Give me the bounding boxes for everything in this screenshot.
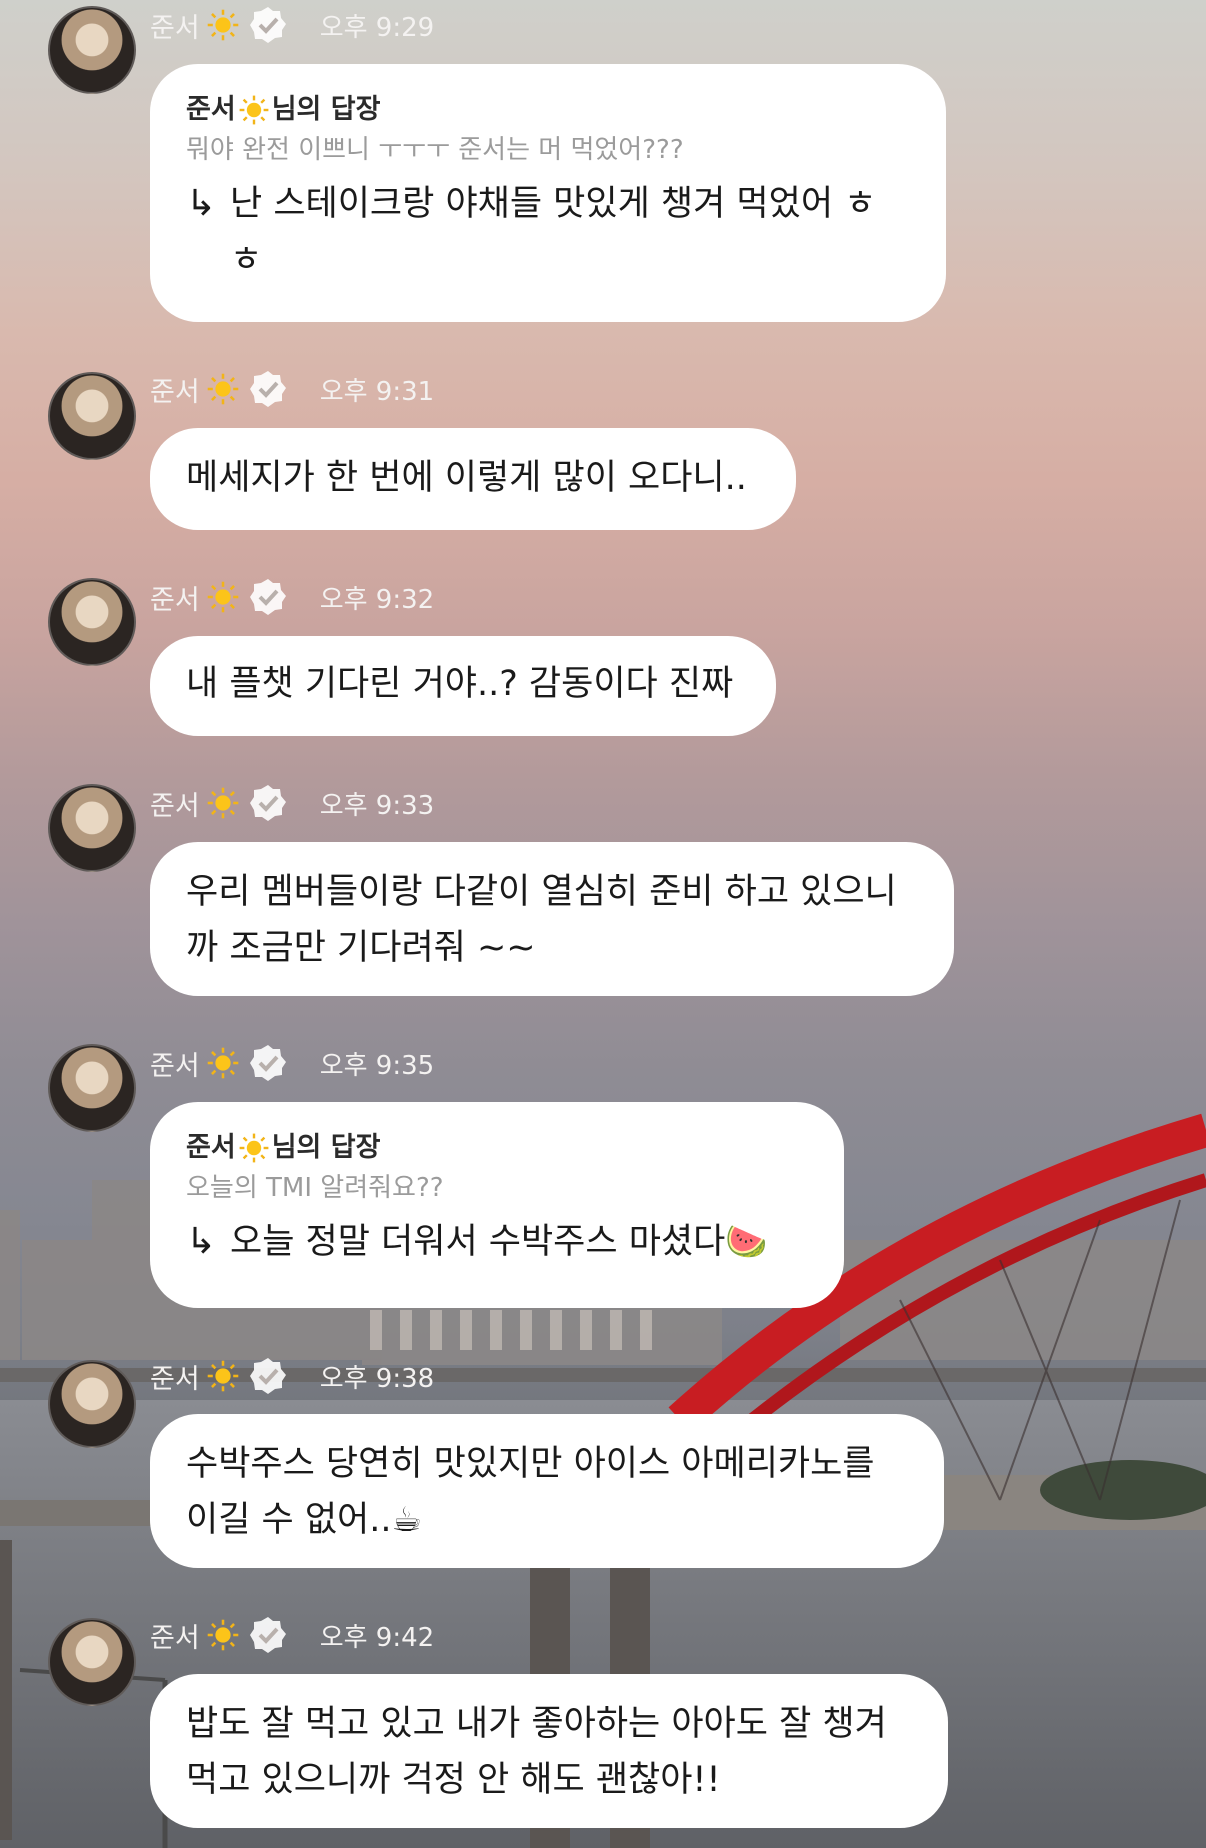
- avatar[interactable]: [48, 784, 136, 872]
- verified-badge-icon: [249, 579, 286, 615]
- reply-question: 뭐야 완전 이쁘니 ㅜㅜㅜ 준서는 머 먹었어???: [186, 135, 684, 165]
- verified-badge-icon: [249, 1358, 286, 1394]
- sun-icon: [207, 581, 238, 613]
- timestamp: 오후 9:32: [319, 584, 435, 615]
- reply-header: 준서 님의 답장: [186, 90, 910, 130]
- avatar[interactable]: [48, 1360, 136, 1448]
- timestamp: 오후 9:42: [319, 1622, 435, 1653]
- reply-bubble[interactable]: 준서 님의 답장 뭐야 완전 이쁘니 ㅜㅜㅜ 준서는 머 먹었어??? ↳ 난 …: [150, 64, 946, 322]
- coffee-icon: ☕: [391, 1500, 422, 1540]
- sun-icon: [207, 1360, 238, 1392]
- avatar[interactable]: [48, 6, 136, 94]
- sun-icon: [207, 9, 238, 41]
- sender-name: 준서: [150, 12, 200, 44]
- message-bubble[interactable]: 수박주스 당연히 맛있지만 아이스 아메리카노를 이길 수 없어..☕: [150, 1414, 944, 1568]
- reply-suffix: 님의 답장: [271, 1132, 381, 1163]
- avatar[interactable]: [48, 1044, 136, 1132]
- message-text: 메세지가 한 번에 이렇게 많이 오다니..: [186, 458, 747, 498]
- message-bubble[interactable]: 우리 멤버들이랑 다같이 열심히 준비 하고 있으니 까 조금만 기다려줘 ~~: [150, 842, 954, 996]
- reply-arrow-icon: ↳: [186, 1221, 217, 1262]
- sun-icon: [207, 787, 238, 819]
- message-bubble[interactable]: 밥도 잘 먹고 있고 내가 좋아하는 아아도 잘 챙겨 먹고 있으니까 걱정 안…: [150, 1674, 948, 1828]
- reply-to-name: 준서: [186, 94, 236, 125]
- reply-answer: 오늘 정말 더워서 수박주스 마셨다: [230, 1222, 726, 1262]
- verified-badge-icon: [249, 371, 286, 407]
- timestamp: 오후 9:29: [319, 12, 435, 43]
- message-bubble[interactable]: 내 플챗 기다린 거야..? 감동이다 진짜: [150, 636, 776, 736]
- sender-name: 준서: [150, 584, 200, 616]
- timestamp: 오후 9:33: [319, 790, 435, 821]
- message-meta: 준서 오후 9:42: [150, 1612, 434, 1658]
- reply-suffix: 님의 답장: [271, 94, 381, 125]
- sender-name: 준서: [150, 790, 200, 822]
- sun-icon: [239, 95, 269, 125]
- sun-icon: [207, 1619, 238, 1651]
- timestamp: 오후 9:38: [319, 1363, 435, 1394]
- sun-icon: [207, 373, 238, 405]
- message-meta: 준서 오후 9:32: [150, 574, 434, 620]
- reply-arrow-icon: ↳: [186, 183, 217, 224]
- sun-icon: [239, 1133, 269, 1163]
- watermelon-icon: 🍉: [725, 1222, 768, 1262]
- avatar[interactable]: [48, 372, 136, 460]
- reply-question: 오늘의 TMI 알려줘요??: [186, 1173, 444, 1203]
- message-meta: 준서 오후 9:38: [150, 1353, 434, 1399]
- sender-name: 준서: [150, 1363, 200, 1395]
- message-text: 밥도 잘 먹고 있고 내가 좋아하는 아아도 잘 챙겨 먹고 있으니까 걱정 안…: [186, 1704, 887, 1800]
- avatar[interactable]: [48, 578, 136, 666]
- reply-header: 준서 님의 답장: [186, 1128, 808, 1168]
- message-text: 내 플챗 기다린 거야..? 감동이다 진짜: [186, 664, 734, 704]
- timestamp: 오후 9:35: [319, 1050, 435, 1081]
- message-meta: 준서 오후 9:31: [150, 366, 434, 412]
- reply-bubble[interactable]: 준서 님의 답장 오늘의 TMI 알려줘요?? ↳ 오늘 정말 더워서 수박주스…: [150, 1102, 844, 1308]
- message-bubble[interactable]: 메세지가 한 번에 이렇게 많이 오다니..: [150, 428, 796, 530]
- verified-badge-icon: [249, 1617, 286, 1653]
- message-text: 수박주스 당연히 맛있지만 아이스 아메리카노를 이길 수 없어..: [186, 1444, 875, 1540]
- message-text: 우리 멤버들이랑 다같이 열심히 준비 하고 있으니 까 조금만 기다려줘 ~~: [186, 872, 897, 968]
- verified-badge-icon: [249, 1045, 286, 1081]
- verified-badge-icon: [249, 7, 286, 43]
- reply-to-name: 준서: [186, 1132, 236, 1163]
- message-meta: 준서 오후 9:35: [150, 1040, 434, 1086]
- sender-name: 준서: [150, 376, 200, 408]
- sender-name: 준서: [150, 1622, 200, 1654]
- timestamp: 오후 9:31: [319, 376, 435, 407]
- sender-name: 준서: [150, 1050, 200, 1082]
- message-meta: 준서 오후 9:29: [150, 2, 434, 48]
- sun-icon: [207, 1047, 238, 1079]
- verified-badge-icon: [249, 785, 286, 821]
- reply-answer: 난 스테이크랑 야채들 맛있게 챙겨 먹었어 ㅎ ㅎ: [230, 184, 877, 280]
- message-meta: 준서 오후 9:33: [150, 780, 434, 826]
- avatar[interactable]: [48, 1618, 136, 1706]
